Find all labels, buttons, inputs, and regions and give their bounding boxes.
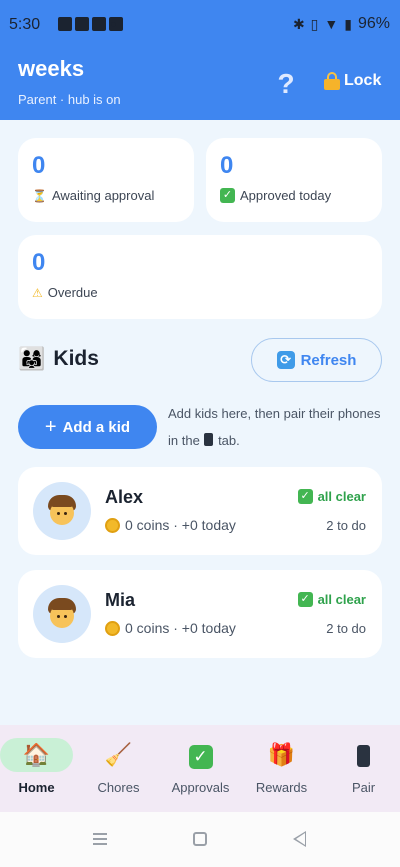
battery-icon: ▮ — [344, 15, 352, 32]
hint-text-after: tab. — [218, 433, 240, 448]
child-icon — [47, 495, 77, 527]
nav-label: Rewards — [255, 780, 308, 795]
kid-status-text: all clear — [317, 592, 366, 607]
kid-status: ✓ all clear — [297, 592, 366, 607]
plus-icon: + — [44, 416, 57, 438]
add-kid-label: Add a kid — [62, 418, 131, 436]
status-time: 5:30 — [9, 16, 41, 33]
lock-icon — [324, 72, 340, 90]
nav-label: Home — [18, 780, 55, 795]
nav-tab-home[interactable]: 🏠 Home — [0, 725, 80, 812]
stat-value: 0 — [32, 249, 46, 276]
kid-status-text: all clear — [317, 489, 366, 504]
home-icon[interactable] — [193, 832, 207, 846]
broom-icon: 🧹 — [104, 742, 133, 767]
check-icon: ✓ — [297, 592, 313, 607]
recents-icon[interactable] — [93, 833, 107, 845]
bluetooth-icon: ✱ — [292, 15, 305, 32]
battery-percent: 96% — [357, 15, 390, 32]
check-icon: ✓ — [297, 489, 313, 504]
status-right: ✱ ▯ ▼ ▮ 96% — [293, 15, 390, 33]
child-icon — [47, 598, 77, 630]
stat-card-approved[interactable]: 0 ✓ Approved today — [206, 138, 382, 222]
refresh-icon: ⟳ — [276, 351, 295, 369]
stat-value: 0 — [32, 152, 46, 179]
stat-label-row: ⚠ Overdue — [32, 285, 98, 300]
nav-tab-approvals[interactable]: ✓ Approvals — [164, 725, 244, 812]
gift-icon: 🎁 — [267, 742, 296, 767]
kid-todo-count: 2 to do — [326, 621, 366, 636]
check-icon: ✓ — [164, 742, 237, 769]
nav-tab-pair[interactable]: Pair — [327, 725, 400, 812]
kid-coins-text: 0 coins · +0 today — [125, 620, 236, 636]
kid-coins: 0 coins · +0 today — [105, 620, 236, 636]
notification-dot-icon — [111, 22, 116, 27]
hourglass-icon: ⏳ — [32, 188, 47, 203]
stat-label-row: ✓ Approved today — [220, 188, 331, 203]
lock-button[interactable]: Lock — [324, 72, 381, 90]
family-icon: 👨‍👩‍👧 — [18, 346, 46, 371]
phone-icon — [327, 742, 400, 768]
coin-icon — [105, 620, 120, 636]
nav-tab-rewards[interactable]: 🎁 Rewards — [245, 725, 325, 812]
add-kid-hint: Add kids here, then pair their phones in… — [168, 400, 383, 454]
vibrate-icon: ▯ — [310, 15, 319, 32]
help-button[interactable]: ? — [272, 68, 300, 100]
nav-tab-chores[interactable]: 🧹 Chores — [82, 725, 162, 812]
back-icon[interactable] — [293, 831, 306, 847]
avatar — [33, 585, 91, 643]
kid-todo-count: 2 to do — [326, 518, 366, 533]
kid-coins-text: 0 coins · +0 today — [125, 517, 236, 533]
lock-label: Lock — [344, 72, 382, 89]
kids-section-title: 👨‍👩‍👧 Kids — [18, 346, 99, 372]
app-title: weeks — [18, 56, 85, 81]
kid-name: Alex — [105, 487, 144, 507]
stat-card-awaiting[interactable]: 0 ⏳ Awaiting approval — [18, 138, 194, 222]
kid-name: Mia — [105, 590, 136, 610]
kid-card-alex[interactable]: Alex 0 coins · +0 today ✓ all clear 2 to… — [18, 467, 382, 555]
warning-icon: ⚠ — [32, 285, 43, 300]
wifi-icon: ▼ — [324, 16, 339, 32]
check-icon: ✓ — [220, 188, 235, 203]
status-bar: 5:30 ✱ ▯ ▼ ▮ 96% — [0, 0, 400, 48]
add-kid-button[interactable]: + Add a kid — [18, 405, 157, 449]
stat-value: 0 — [220, 152, 234, 179]
coin-icon — [105, 517, 120, 533]
nav-label: Chores — [97, 780, 140, 795]
bottom-nav: 🏠 Home 🧹 Chores ✓ Approvals 🎁 Rewards Pa… — [0, 725, 400, 812]
stat-label: Overdue — [47, 285, 98, 300]
kids-title-label: Kids — [53, 347, 99, 370]
stat-label-row: ⏳ Awaiting approval — [32, 188, 154, 203]
phone-icon — [204, 433, 214, 446]
nav-label: Approvals — [171, 780, 230, 795]
kid-coins: 0 coins · +0 today — [105, 517, 236, 533]
house-icon: 🏠 — [22, 742, 51, 767]
hint-text-before: Add kids here, then pair their phones in… — [168, 406, 381, 448]
kid-card-mia[interactable]: Mia 0 coins · +0 today ✓ all clear 2 to … — [18, 570, 382, 658]
stat-label: Awaiting approval — [51, 188, 155, 203]
app-header: 5:30 ✱ ▯ ▼ ▮ 96% weeks Parent · hub is o… — [0, 0, 400, 120]
stat-label: Approved today — [240, 188, 332, 203]
refresh-label: Refresh — [300, 351, 357, 369]
nav-label: Pair — [351, 780, 376, 795]
app-subtitle: Parent · hub is on — [18, 92, 121, 107]
kid-status: ✓ all clear — [297, 489, 366, 504]
refresh-button[interactable]: ⟳ Refresh — [251, 338, 382, 382]
stat-card-overdue[interactable]: 0 ⚠ Overdue — [18, 235, 382, 319]
avatar — [33, 482, 91, 540]
system-nav-bar — [0, 812, 400, 867]
